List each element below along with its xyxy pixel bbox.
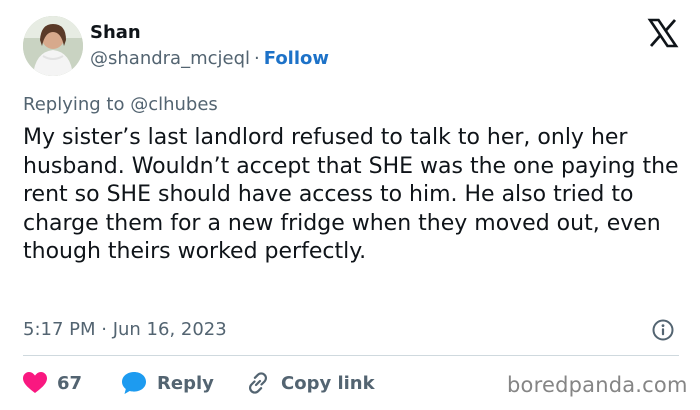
- separator-dot: ·: [254, 48, 260, 69]
- avatar[interactable]: [23, 16, 83, 76]
- link-icon: [248, 372, 268, 394]
- reply-label: Reply: [157, 372, 214, 394]
- reply-button[interactable]: Reply: [121, 369, 214, 397]
- copy-link-button[interactable]: Copy link: [245, 369, 375, 397]
- likes-count: 67: [57, 372, 83, 394]
- divider: [23, 355, 679, 356]
- info-icon[interactable]: [652, 319, 674, 341]
- reply-context: Replying to @clhubes: [23, 94, 218, 115]
- author-name[interactable]: Shan: [90, 22, 141, 44]
- tweet-text: My sister’s last landlord refused to tal…: [23, 125, 679, 264]
- watermark: boredpanda.com: [507, 373, 688, 397]
- follow-button[interactable]: Follow: [264, 48, 329, 69]
- x-logo-icon[interactable]: [647, 17, 679, 49]
- like-button[interactable]: 67: [23, 369, 82, 397]
- author-handle-line: @shandra_mcjeql · Follow: [90, 48, 329, 70]
- speech-bubble-icon: [122, 372, 146, 394]
- tweet-timestamp[interactable]: 5:17 PM · Jun 16, 2023: [23, 318, 227, 342]
- author-handle[interactable]: @shandra_mcjeql: [90, 48, 250, 69]
- heart-icon: [23, 372, 47, 393]
- copy-link-label: Copy link: [281, 372, 375, 394]
